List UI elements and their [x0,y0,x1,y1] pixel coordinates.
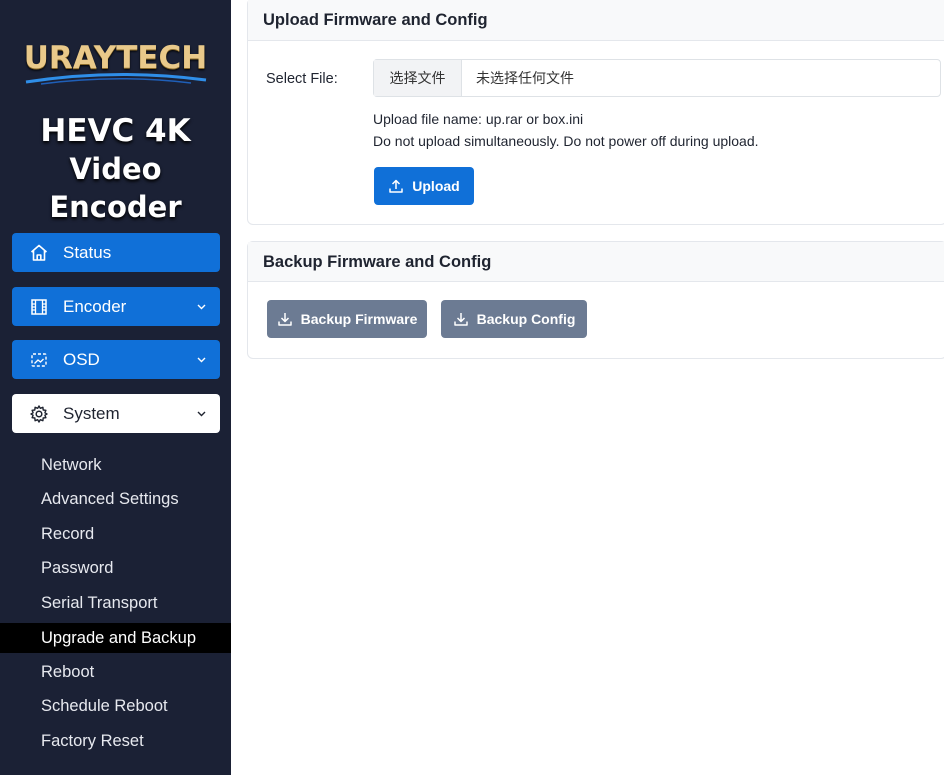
nav-encoder-label: Encoder [63,296,127,316]
backup-config-button[interactable]: Backup Config [441,300,587,338]
backup-firmware-button[interactable]: Backup Firmware [267,300,427,338]
upload-card-title: Upload Firmware and Config [248,0,944,41]
file-status-text: 未选择任何文件 [476,70,574,86]
upload-icon [388,178,404,194]
upload-button[interactable]: Upload [374,167,474,205]
nav-encoder-button[interactable]: Encoder [12,287,220,326]
nav-status-button[interactable]: Status [12,233,220,272]
sidebar-item-upgrade-and-backup[interactable]: Upgrade and Backup [0,623,231,653]
sidebar-item-schedule-reboot[interactable]: Schedule Reboot [0,691,231,721]
backup-card: Backup Firmware and Config Backup Firmwa… [247,241,944,359]
nav-system-button[interactable]: System [12,394,220,433]
sidebar-item-reboot[interactable]: Reboot [0,657,231,687]
gear-icon [29,404,49,424]
sidebar-item-record[interactable]: Record [0,519,231,549]
backup-card-title: Backup Firmware and Config [248,242,944,282]
image-frame-icon [29,350,49,370]
backup-config-label: Backup Config [476,311,576,327]
download-icon [277,311,293,327]
chevron-down-icon [196,302,206,312]
chevron-down-icon [196,409,206,419]
sidebar-item-password[interactable]: Password [0,553,231,583]
film-icon [29,297,49,317]
download-icon [453,311,469,327]
backup-firmware-label: Backup Firmware [300,311,418,327]
sidebar: URAYTECH HEVC 4K Video Encoder Status En… [0,0,231,775]
choose-file-button[interactable]: 选择文件 [374,60,462,96]
file-input[interactable]: 选择文件 未选择任何文件 [373,59,941,97]
logo-text: URAYTECH [23,40,208,76]
sidebar-item-advanced-settings[interactable]: Advanced Settings [0,484,231,514]
sidebar-item-network[interactable]: Network [0,450,231,480]
product-title-line1: HEVC 4K [40,113,191,149]
upload-button-label: Upload [412,178,460,194]
home-icon [29,243,49,263]
brand-logo: URAYTECH [0,40,231,86]
nav-system-label: System [63,403,120,423]
sidebar-item-factory-reset[interactable]: Factory Reset [0,726,231,756]
nav-status-label: Status [63,242,112,262]
nav-osd-button[interactable]: OSD [12,340,220,379]
nav-osd-label: OSD [63,349,100,369]
upload-hint-warning: Do not upload simultaneously. Do not pow… [373,133,759,149]
product-title: HEVC 4K Video Encoder [0,112,231,226]
select-file-label: Select File: [266,71,338,87]
upload-card: Upload Firmware and Config Select File: … [247,0,944,225]
sidebar-item-serial-transport[interactable]: Serial Transport [0,588,231,618]
product-title-line2: Video Encoder [49,152,182,224]
upload-hint-filename: Upload file name: up.rar or box.ini [373,111,584,127]
chevron-down-icon [196,355,206,365]
